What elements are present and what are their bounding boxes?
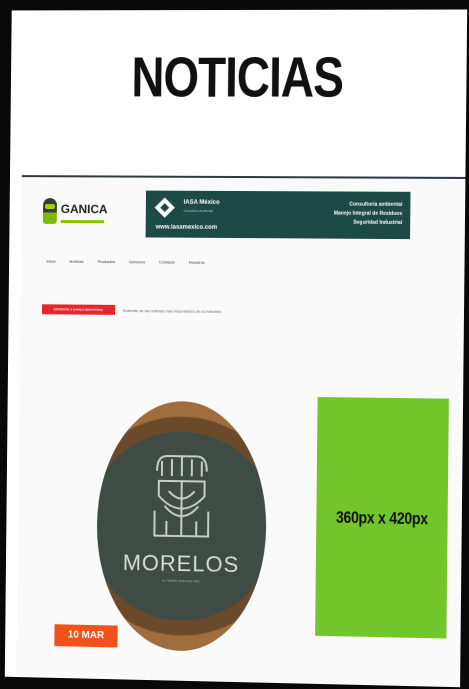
iasa-logo-icon: [154, 197, 175, 218]
banner-brand-sub: Consultoría Ambiental: [183, 208, 213, 213]
ticker-label: ENTÉRATE A GANICA INDUSTRIAL: [41, 304, 116, 315]
banner-brand: IASA México: [183, 199, 220, 206]
ad-placeholder[interactable]: 360px x 420px: [315, 397, 449, 639]
logo-text: GANICA: [60, 201, 108, 216]
page-title: NOTICIAS: [131, 45, 344, 109]
nav-item-noticias[interactable]: Noticias: [69, 259, 83, 264]
banner-line-1: Consultoría ambiental: [349, 201, 403, 208]
logo-underline: [60, 219, 105, 223]
nav-item-contacto[interactable]: Contacto: [159, 259, 175, 264]
morelos-emblem-icon: [146, 451, 217, 542]
news-image-title: MORELOS: [122, 549, 240, 578]
ticker-text[interactable]: Entérate de las noticias más importantes…: [123, 308, 221, 314]
banner-url: www.iasamexico.com: [155, 224, 218, 231]
nav-item-servicios[interactable]: Servicios: [129, 259, 145, 264]
ad-size-label: 360px x 420px: [335, 507, 428, 528]
main-nav: Inicio Noticias Productos Servicios Cont…: [46, 259, 204, 265]
logo-wordmark: GANICA: [60, 200, 108, 223]
nav-item-productos[interactable]: Productos: [97, 259, 115, 264]
header-ad-banner[interactable]: IASA México Consultoría Ambiental www.ia…: [145, 190, 411, 240]
banner-line-2: Manejo Integral de Residuos: [333, 210, 403, 217]
nav-item-inicio[interactable]: Inicio: [46, 259, 55, 264]
website-screenshot: GANICA IASA México Consultoría Ambiental…: [16, 175, 466, 688]
nav-item-nosotros[interactable]: Nosotros: [189, 260, 205, 265]
news-image[interactable]: MORELOS AL TIEMPO QUE NOS UNE: [95, 400, 268, 653]
date-badge: 10 MAR: [54, 624, 118, 648]
site-logo[interactable]: GANICA: [42, 197, 108, 225]
photographed-screen: NOTICIAS GANICA IASA México Consultoría …: [4, 9, 468, 688]
news-image-subtitle: AL TIEMPO QUE NOS UNE: [161, 578, 200, 584]
logo-icon: [42, 198, 57, 224]
banner-line-3: Seguridad Industrial: [353, 219, 403, 226]
